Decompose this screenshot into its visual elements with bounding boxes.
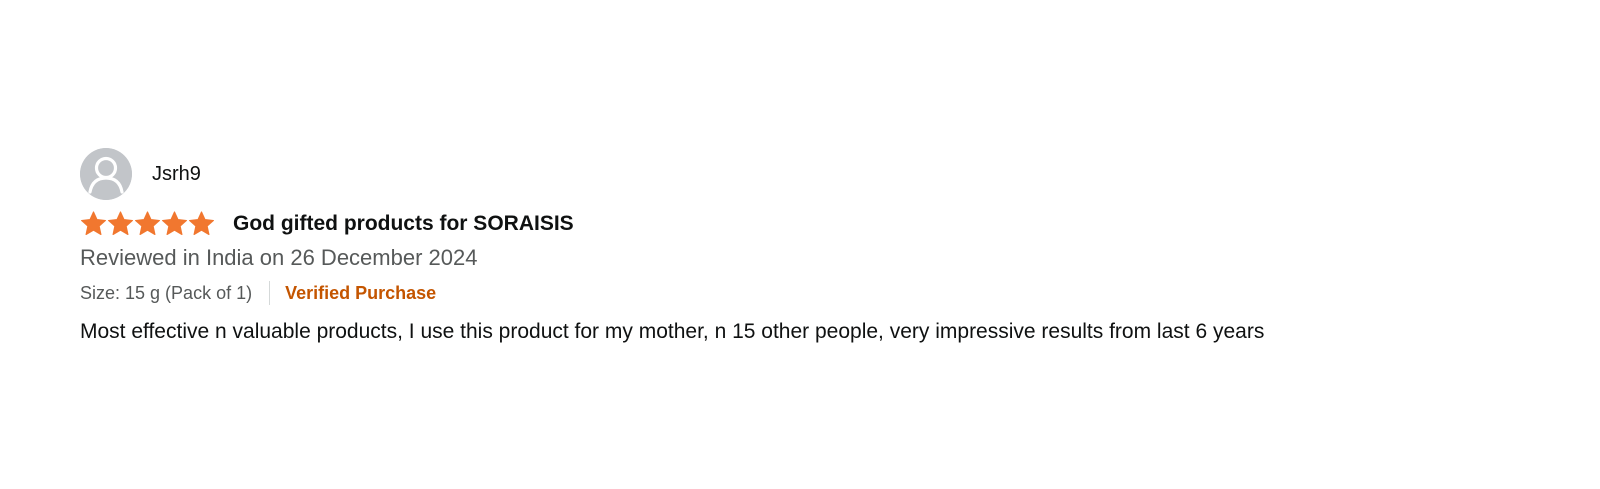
reviewer-profile[interactable]: Jsrh9 <box>80 148 1540 200</box>
verified-purchase-badge: Verified Purchase <box>285 282 437 303</box>
star-icon <box>134 211 161 237</box>
avatar[interactable] <box>80 148 132 200</box>
customer-review: Jsrh9 God gifted products for SORAISIS R… <box>80 148 1540 347</box>
star-rating[interactable] <box>80 211 215 237</box>
review-title[interactable]: God gifted products for SORAISIS <box>233 212 574 236</box>
star-icon <box>161 211 188 237</box>
star-icon <box>188 211 215 237</box>
review-title-row: God gifted products for SORAISIS <box>80 209 1540 239</box>
reviewer-name[interactable]: Jsrh9 <box>152 163 201 186</box>
product-variant[interactable]: Size: 15 g (Pack of 1) <box>80 283 252 304</box>
person-silhouette-icon <box>80 148 132 200</box>
star-icon <box>80 211 107 237</box>
review-date: Reviewed in India on 26 December 2024 <box>80 245 478 270</box>
review-body: Most effective n valuable products, I us… <box>80 320 1265 343</box>
star-icon <box>107 211 134 237</box>
divider <box>269 281 271 305</box>
review-format-row: Size: 15 g (Pack of 1) Verified Purchase <box>80 281 1540 305</box>
